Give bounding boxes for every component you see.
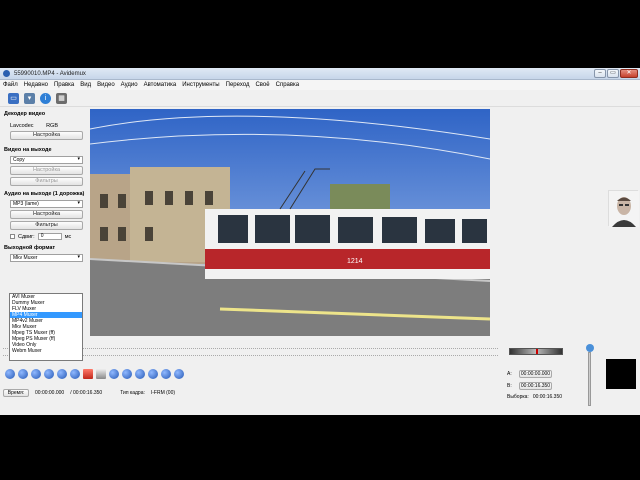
output-format-select[interactable]: Mkv Muxer [10,254,83,262]
menu-video[interactable]: Видео [97,82,115,88]
video-configure-button[interactable]: Настройка [10,166,83,175]
menu-file[interactable]: Файл [3,82,18,88]
output-format-heading: Выходной формат [4,245,56,251]
maximize-button[interactable]: ▭ [607,69,619,78]
menu-audio[interactable]: Аудио [121,82,138,88]
shift-label: Сдвиг: [18,233,35,240]
menu-help[interactable]: Справка [276,82,300,88]
b-time-button[interactable]: 00:00:16.350 [519,382,552,390]
volume-meter[interactable] [509,348,563,355]
menu-view[interactable]: Вид [80,82,91,88]
frame-type-value: I-FRM (00) [150,390,176,396]
shift-input[interactable]: 0 [37,233,62,240]
avidemux-window: 55990010.MP4 - Avidemux – ▭ ✕ Файл Недав… [0,68,640,415]
menu-edit[interactable]: Правка [54,82,74,88]
audio-codec-select[interactable]: MP3 (lame) [10,200,83,208]
goto-a-icon[interactable] [161,369,171,379]
video-preview: 1214 [90,109,490,336]
video-filters-button[interactable]: Фильтры [10,177,83,186]
shift-unit: мс [64,233,72,240]
menu-custom[interactable]: Своё [255,82,269,88]
menu-bar: Файл Недавно Правка Вид Видео Аудио Авто… [0,80,640,90]
last-frame-icon[interactable] [148,369,158,379]
tram-number: 1214 [347,258,363,265]
zoom-icon[interactable] [586,344,594,352]
shift-checkbox[interactable] [10,234,15,239]
a-time-button[interactable]: 00:00:00.000 [519,370,552,378]
rewind-icon[interactable] [18,369,28,379]
decoder-label: Lavcodec [10,123,34,129]
total-time: / 00:00:16.350 [70,390,103,396]
video-codec-select[interactable]: Copy [10,156,83,164]
a-label: A: [507,371,512,377]
decoder-configure-button[interactable]: Настройка [10,131,83,140]
save-video-icon[interactable]: ▾ [24,92,35,104]
set-marker-b-icon[interactable] [96,369,106,379]
time-button[interactable]: Время: [3,389,29,397]
play-icon[interactable] [5,369,15,379]
window-title: 55990010.MP4 - Avidemux [14,70,86,77]
selection-value: 00:00:16.350 [532,394,563,400]
calculator-icon[interactable]: ▦ [56,92,67,104]
format-option[interactable]: Webm Muxer [10,348,82,354]
volume-slider[interactable] [588,352,591,406]
menu-tools[interactable]: Инструменты [182,82,219,88]
title-bar: 55990010.MP4 - Avidemux – ▭ ✕ [0,68,640,80]
close-button[interactable]: ✕ [620,69,638,78]
minimize-button[interactable]: – [594,69,606,78]
current-time: 00:00:00.000 [35,390,65,396]
menu-auto[interactable]: Автоматика [144,82,177,88]
navigation-controls [5,369,184,379]
audio-filters-button[interactable]: Фильтры [10,221,83,230]
open-video-icon[interactable]: ▭ [8,92,19,104]
output-format-dropdown: AVI Muxer Dummy Muxer FLV Muxer MP4 Muxe… [9,293,83,361]
prev-black-icon[interactable] [109,369,119,379]
next-frame-icon[interactable] [44,369,54,379]
next-keyframe-icon[interactable] [70,369,80,379]
decoder-value: RGB [46,123,58,129]
audio-out-heading: Аудио на выходе (1 дорожка) [4,191,85,197]
frame-type-label: Тип кадра: [120,390,145,396]
menu-recent[interactable]: Недавно [24,82,48,88]
b-label: B: [507,383,512,389]
ab-panel: A: 00:00:00.000 B: 00:00:16.350 Выборка: 00… [507,366,575,400]
toolbar: ▭ ▾ i ▦ [0,90,640,107]
video-out-heading: Видео на выходе [4,147,52,153]
next-black-icon[interactable] [122,369,132,379]
prev-frame-icon[interactable] [31,369,41,379]
selection-label: Выборка: [507,394,529,400]
avidemux-icon [3,70,10,77]
audio-meter [606,359,636,389]
menu-go[interactable]: Переход [226,82,250,88]
set-marker-a-icon[interactable] [83,369,93,379]
status-bar: Время: 00:00:00.000 / 00:00:16.350 Тип к… [3,389,175,397]
webcam-avatar [608,190,639,227]
first-frame-icon[interactable] [135,369,145,379]
decoder-heading: Декодер видео [4,111,46,117]
prev-keyframe-icon[interactable] [57,369,67,379]
goto-b-icon[interactable] [174,369,184,379]
audio-configure-button[interactable]: Настройка [10,210,83,219]
info-icon[interactable]: i [40,92,51,104]
